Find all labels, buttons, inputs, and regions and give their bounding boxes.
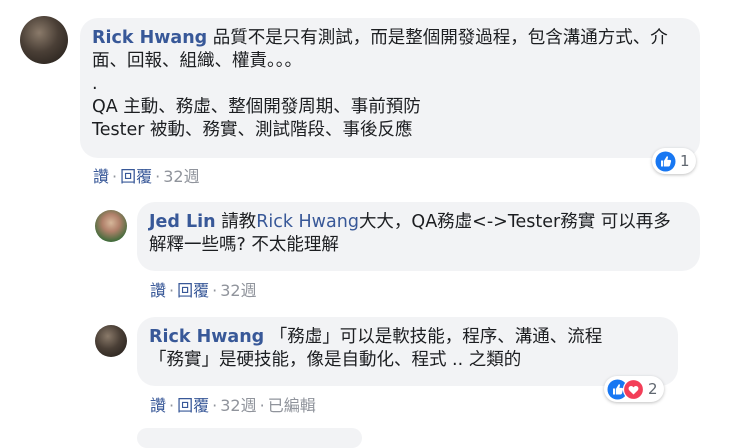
reply-link[interactable]: 回覆 xyxy=(120,167,152,186)
like-icon xyxy=(655,151,676,172)
comment-author[interactable]: Rick Hwang xyxy=(149,327,264,347)
like-link[interactable]: 讚 xyxy=(150,281,166,300)
reply-link[interactable]: 回覆 xyxy=(177,281,209,300)
reaction-count: 1 xyxy=(680,152,690,170)
love-icon xyxy=(622,378,645,400)
comment-actions: 讚 · 回覆 · 32週 xyxy=(150,281,257,300)
mention-link[interactable]: Rick Hwang xyxy=(256,212,359,232)
comment-bubble: Rick Hwang 品質不是只有測試，而是整個開發過程，包含溝通方式、介面、回… xyxy=(80,18,700,158)
reaction-summary[interactable]: 2 xyxy=(604,376,664,402)
avatar[interactable] xyxy=(20,16,68,64)
timestamp[interactable]: 32週 xyxy=(220,281,256,300)
comment-actions: 讚 · 回覆 · 32週 xyxy=(93,167,200,186)
comment-bubble: Rick Hwang 「務虛」可以是軟技能，程序、溝通、流程 「務實」是硬技能，… xyxy=(137,317,678,386)
comment-actions: 讚 · 回覆 · 32週 · 已編輯 xyxy=(150,396,316,415)
avatar[interactable] xyxy=(95,210,127,242)
timestamp[interactable]: 32週 xyxy=(163,167,199,186)
comment-text-before: 請教 xyxy=(221,212,257,232)
reply-link[interactable]: 回覆 xyxy=(177,396,209,415)
next-comment-bubble xyxy=(137,428,362,448)
comment-bubble: Jed Lin 請教Rick Hwang大大，QA務虛<->Tester務實 可… xyxy=(137,202,700,271)
comment-author[interactable]: Rick Hwang xyxy=(92,28,207,48)
like-link[interactable]: 讚 xyxy=(93,167,109,186)
reaction-summary[interactable]: 1 xyxy=(652,148,696,174)
timestamp[interactable]: 32週 xyxy=(220,396,256,415)
comment-author[interactable]: Jed Lin xyxy=(149,212,216,232)
like-link[interactable]: 讚 xyxy=(150,396,166,415)
edited-label[interactable]: 已編輯 xyxy=(268,396,316,415)
avatar[interactable] xyxy=(95,325,127,357)
reaction-count: 2 xyxy=(648,380,658,398)
